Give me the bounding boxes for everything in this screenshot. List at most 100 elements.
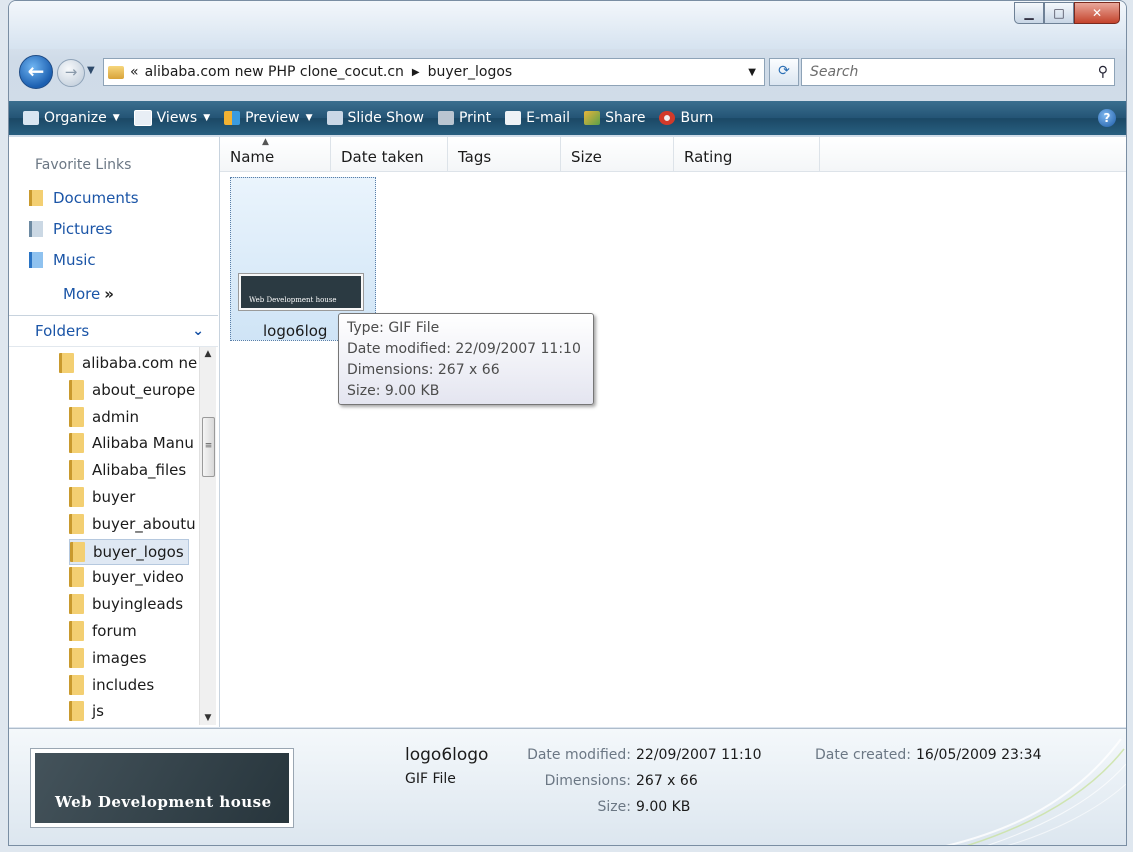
recent-pages-dropdown[interactable]: ▼ [87,65,95,76]
tree-item-label: js [92,702,104,721]
column-date-taken[interactable]: Date taken [331,137,448,171]
tree-item-label: alibaba.com ne [82,354,198,372]
tree-item[interactable]: js [69,699,104,723]
column-tags[interactable]: Tags [448,137,561,171]
tree-item[interactable]: buyer_video [69,565,184,589]
help-icon: ? [1103,111,1111,125]
refresh-button[interactable]: ⟳ [769,58,799,86]
tree-item-label: buyer [92,488,136,506]
dimensions-value: 267 x 66 [636,773,698,789]
address-dropdown-icon[interactable]: ▼ [748,67,756,78]
tree-item[interactable]: buyingleads [69,592,183,616]
favorite-links-title: Favorite Links [35,157,132,173]
refresh-icon: ⟳ [778,63,790,79]
breadcrumb-current[interactable]: buyer_logos [428,64,513,80]
scroll-down-icon[interactable]: ▼ [200,713,216,723]
details-filename: logo6logo [405,745,489,765]
share-button[interactable]: Share [584,110,645,126]
details-pane: Web Development house logo6logo GIF File… [9,728,1126,845]
tree-item[interactable]: about_europe [69,378,195,402]
favorite-label: Pictures [53,220,113,238]
help-button[interactable]: ? [1098,109,1116,127]
column-rating[interactable]: Rating [674,137,820,171]
file-list: Name ▲ Date taken Tags Size Rating Web D… [220,137,1126,727]
date-created-label: Date created: [815,747,911,763]
folder-icon [69,487,84,507]
folders-title: Folders [35,322,90,340]
breadcrumb-separator-icon[interactable]: ▶ [412,67,420,78]
preview-icon [224,111,241,125]
favorite-pictures[interactable]: Pictures [29,220,112,238]
column-label: Size [571,148,602,166]
tree-item[interactable]: forum [69,619,137,643]
folder-icon [69,379,84,400]
sort-ascending-icon: ▲ [262,137,269,147]
close-button[interactable]: ✕ [1074,2,1120,24]
tree-item-label: Alibaba_files [92,461,187,480]
search-input[interactable]: Search ⚲ [801,58,1115,86]
minimize-button[interactable]: ▁ [1014,2,1044,24]
address-chevrons[interactable]: « [130,64,139,80]
tree-item[interactable]: includes [69,673,154,697]
tree-item[interactable]: images [69,646,147,670]
folder-icon [69,433,84,454]
favorite-label: Documents [53,189,139,207]
forward-button[interactable]: → [57,59,85,87]
date-modified-label: Date modified: [527,747,631,763]
scroll-up-icon[interactable]: ▲ [200,349,216,359]
burn-label: Burn [680,110,714,126]
tree-item-selected[interactable]: buyer_logos [69,538,189,565]
date-modified-value[interactable]: 22/09/2007 11:10 [636,747,762,763]
maximize-button[interactable]: □ [1044,2,1074,24]
slideshow-button[interactable]: Slide Show [326,110,424,126]
favorite-music[interactable]: Music [29,251,96,269]
tree-item[interactable]: buyer_aboutu [69,512,196,536]
favorite-documents[interactable]: Documents [29,189,139,207]
burn-icon [659,111,676,125]
more-links[interactable]: More» [63,285,114,303]
tree-item[interactable]: Alibaba_files [69,458,186,482]
column-headers: Name ▲ Date taken Tags Size Rating [220,137,1126,172]
dimensions-label: Dimensions: [544,773,631,789]
email-button[interactable]: E-mail [505,110,570,126]
print-icon [437,111,454,125]
navigation-pane: Favorite Links Documents Pictures Music … [9,137,220,727]
tree-item[interactable]: buyer [69,485,135,509]
tree-item-label: includes [92,675,155,694]
organize-button[interactable]: Organize ▼ [23,110,120,126]
print-button[interactable]: Print [437,110,492,126]
music-folder-icon [29,252,43,268]
size-value: 9.00 KB [636,799,691,815]
address-bar[interactable]: « alibaba.com new PHP clone_cocut.cn ▶ b… [103,58,765,86]
tree-item[interactable]: admin [69,405,139,429]
folders-header[interactable]: Folders ⌄ [9,315,218,347]
print-label: Print [458,110,492,126]
tree-item[interactable]: Alibaba Manu [69,431,194,455]
tree-item[interactable]: alibaba.com ne▲ [59,351,199,375]
file-name-label: logo6log [263,322,328,340]
folder-tree-scrollbar[interactable]: ▲ ≡ ▼ [199,347,216,725]
column-name[interactable]: Name [220,137,331,171]
column-size[interactable]: Size [561,137,674,171]
breadcrumb-parent[interactable]: alibaba.com new PHP clone_cocut.cn [145,64,404,80]
column-label: Rating [684,148,733,166]
burn-button[interactable]: Burn [659,110,713,126]
search-icon[interactable]: ⚲ [1098,64,1108,80]
back-button[interactable]: ← [19,55,53,89]
slideshow-label: Slide Show [347,110,424,126]
folder-icon [69,460,84,481]
scrollbar-thumb[interactable]: ≡ [202,417,215,477]
thumbnail-text: Web Development house [249,296,337,304]
views-button[interactable]: Views ▼ [133,110,211,126]
documents-folder-icon [29,190,43,206]
file-tooltip: Type: GIF File Date modified: 22/09/2007… [338,313,594,405]
chevron-down-icon: ▼ [203,113,211,123]
preview-button[interactable]: Preview ▼ [224,110,313,126]
title-bar: ▁ □ ✕ [9,1,1126,49]
preview-label: Preview [245,110,300,126]
decorative-swoosh [945,738,1126,845]
file-thumbnail: Web Development house [238,273,364,311]
tree-item-label: buyer_video [92,568,184,587]
column-label: Tags [458,148,492,166]
arrow-left-icon: ← [27,59,45,83]
